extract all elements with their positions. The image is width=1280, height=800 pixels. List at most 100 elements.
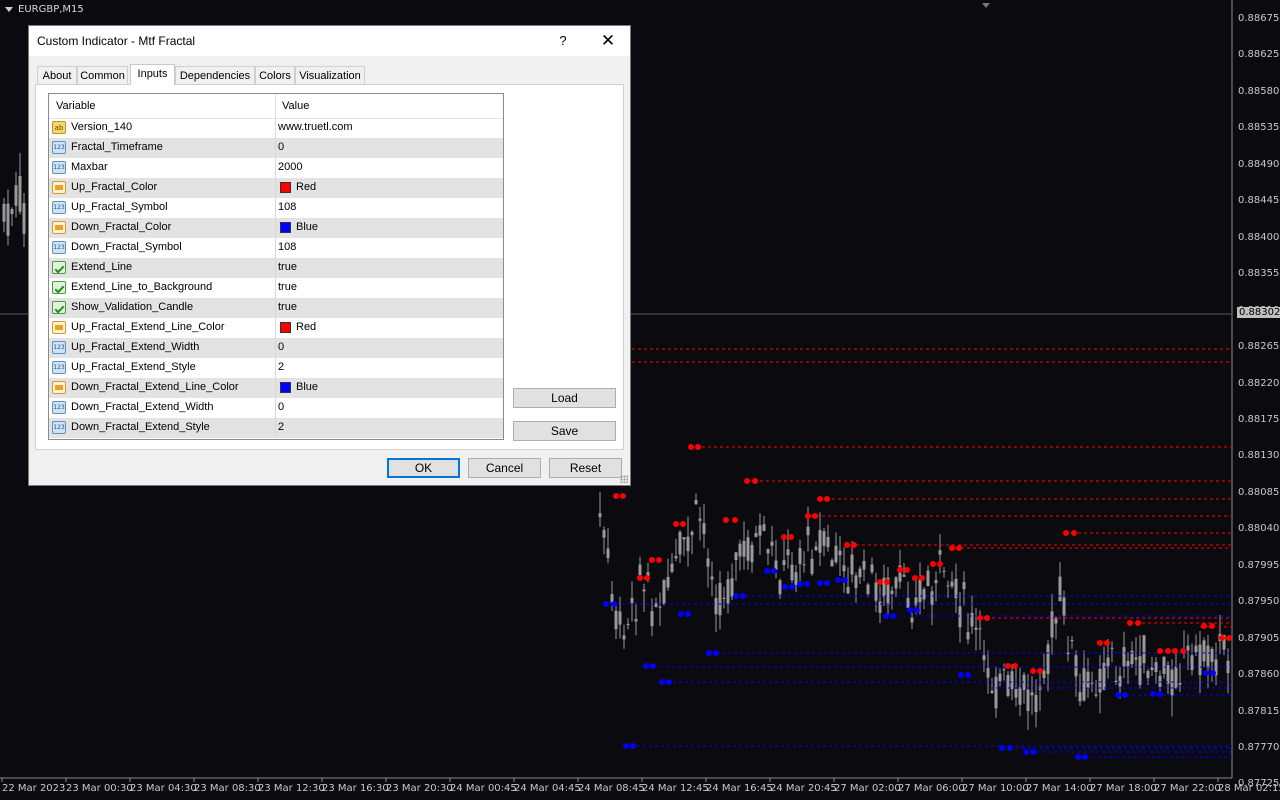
- cancel-button[interactable]: Cancel: [468, 458, 541, 478]
- candle-body: [802, 564, 806, 566]
- dialog-titlebar[interactable]: Custom Indicator - Mtf Fractal ? ✕: [29, 26, 630, 56]
- tab-colors[interactable]: Colors: [255, 66, 295, 84]
- close-icon[interactable]: ✕: [596, 31, 620, 51]
- down-fractal-dot: [817, 580, 823, 586]
- variable-value[interactable]: 2: [278, 361, 284, 373]
- candle-body: [1078, 692, 1082, 702]
- down-fractal-dot: [1030, 749, 1036, 755]
- variable-value[interactable]: Blue: [296, 221, 318, 233]
- candle-body: [1134, 657, 1138, 660]
- candle-body: [910, 617, 914, 623]
- variable-value[interactable]: 2000: [278, 161, 302, 173]
- variable-value[interactable]: Red: [296, 321, 316, 333]
- reset-button[interactable]: Reset: [549, 458, 622, 478]
- tab-inputs[interactable]: Inputs: [130, 64, 175, 85]
- table-row[interactable]: 123 Up_Fractal_Extend_Width 0: [49, 338, 503, 358]
- table-row[interactable]: 123 Up_Fractal_Symbol 108: [49, 198, 503, 218]
- color-swatch[interactable]: [280, 322, 291, 333]
- down-fractal-dot: [1210, 670, 1216, 676]
- save-button[interactable]: Save: [513, 421, 616, 441]
- variable-value[interactable]: 108: [278, 201, 296, 213]
- table-row[interactable]: Up_Fractal_Color Red: [49, 178, 503, 198]
- table-row[interactable]: ab Version_140 www.truetl.com: [49, 118, 503, 138]
- table-header: Variable Value: [49, 94, 503, 119]
- table-row[interactable]: Down_Fractal_Color Blue: [49, 218, 503, 238]
- chart-menu-arrow-icon[interactable]: [5, 7, 13, 12]
- candle-body: [990, 690, 994, 693]
- candle-body: [1090, 682, 1094, 684]
- candle-body: [998, 673, 1002, 682]
- int-type-icon: 123: [52, 201, 66, 214]
- color-swatch[interactable]: [280, 382, 291, 393]
- cell-divider: [275, 278, 276, 298]
- tab-about[interactable]: About: [37, 66, 77, 84]
- candle-body: [870, 564, 874, 573]
- candle-body: [942, 570, 946, 572]
- candle-body: [618, 611, 622, 625]
- table-row[interactable]: 123 Down_Fractal_Extend_Width 0: [49, 398, 503, 418]
- up-fractal-dot: [851, 542, 857, 548]
- table-row[interactable]: 123 Down_Fractal_Symbol 108: [49, 238, 503, 258]
- tab-visualization[interactable]: Visualization: [295, 66, 365, 84]
- time-axis-label: 27 Mar 06:00: [898, 783, 965, 794]
- candle-body: [758, 525, 762, 536]
- ok-button[interactable]: OK: [387, 458, 460, 478]
- column-header-value[interactable]: Value: [282, 100, 309, 112]
- table-row[interactable]: Down_Fractal_Extend_Line_Color Blue: [49, 378, 503, 398]
- candle-body: [710, 576, 714, 580]
- candle-body: [714, 598, 718, 615]
- variable-value[interactable]: 2: [278, 421, 284, 433]
- cell-divider: [275, 378, 276, 398]
- time-axis-label: 27 Mar 22:00: [1154, 783, 1221, 794]
- candle-body: [1202, 640, 1206, 662]
- variable-value[interactable]: 108: [278, 241, 296, 253]
- tab-dependencies[interactable]: Dependencies: [175, 66, 255, 84]
- table-row[interactable]: Up_Fractal_Extend_Line_Color Red: [49, 318, 503, 338]
- variable-name: Up_Fractal_Extend_Line_Color: [71, 321, 225, 333]
- down-fractal-dot: [804, 581, 810, 587]
- resize-grip-icon[interactable]: [620, 475, 628, 483]
- table-row[interactable]: Show_Validation_Candle true: [49, 298, 503, 318]
- up-fractal-dot: [637, 575, 643, 581]
- color-swatch[interactable]: [280, 222, 291, 233]
- variable-name: Down_Fractal_Extend_Width: [71, 401, 214, 413]
- variable-value[interactable]: 0: [278, 401, 284, 413]
- cell-divider: [275, 138, 276, 158]
- price-axis-label: 0.88130: [1238, 450, 1280, 462]
- column-header-variable[interactable]: Variable: [56, 100, 96, 112]
- up-fractal-dot: [688, 444, 694, 450]
- up-fractal-dot: [732, 517, 738, 523]
- candle-body: [782, 560, 786, 566]
- int-type-icon: 123: [52, 341, 66, 354]
- bool-type-icon: [52, 261, 66, 274]
- price-axis-label: 0.87860: [1238, 669, 1280, 681]
- tab-common[interactable]: Common: [77, 66, 128, 84]
- color-swatch[interactable]: [280, 182, 291, 193]
- load-button[interactable]: Load: [513, 388, 616, 408]
- table-row[interactable]: 123 Fractal_Timeframe 0: [49, 138, 503, 158]
- candle-body: [634, 619, 638, 622]
- variable-value[interactable]: true: [278, 261, 297, 273]
- variable-value[interactable]: Blue: [296, 381, 318, 393]
- candle-body: [830, 560, 834, 567]
- table-row[interactable]: 123 Down_Fractal_Extend_Style 2: [49, 418, 503, 438]
- candle-body: [746, 537, 750, 561]
- variable-value[interactable]: www.truetl.com: [278, 121, 353, 133]
- down-fractal-dot: [650, 663, 656, 669]
- candle-body: [1194, 645, 1198, 653]
- table-row[interactable]: Extend_Line_to_Background true: [49, 278, 503, 298]
- variable-value[interactable]: true: [278, 301, 297, 313]
- up-fractal-dot: [877, 579, 883, 585]
- down-fractal-dot: [1150, 691, 1156, 697]
- table-row[interactable]: 123 Maxbar 2000: [49, 158, 503, 178]
- help-icon[interactable]: ?: [551, 31, 575, 51]
- variable-value[interactable]: Red: [296, 181, 316, 193]
- variable-name: Down_Fractal_Color: [71, 221, 172, 233]
- table-row[interactable]: 123 Up_Fractal_Extend_Style 2: [49, 358, 503, 378]
- variable-value[interactable]: true: [278, 281, 297, 293]
- variable-value[interactable]: 0: [278, 141, 284, 153]
- candle-body: [598, 513, 602, 518]
- column-divider[interactable]: [275, 94, 276, 118]
- variable-value[interactable]: 0: [278, 341, 284, 353]
- table-row[interactable]: Extend_Line true: [49, 258, 503, 278]
